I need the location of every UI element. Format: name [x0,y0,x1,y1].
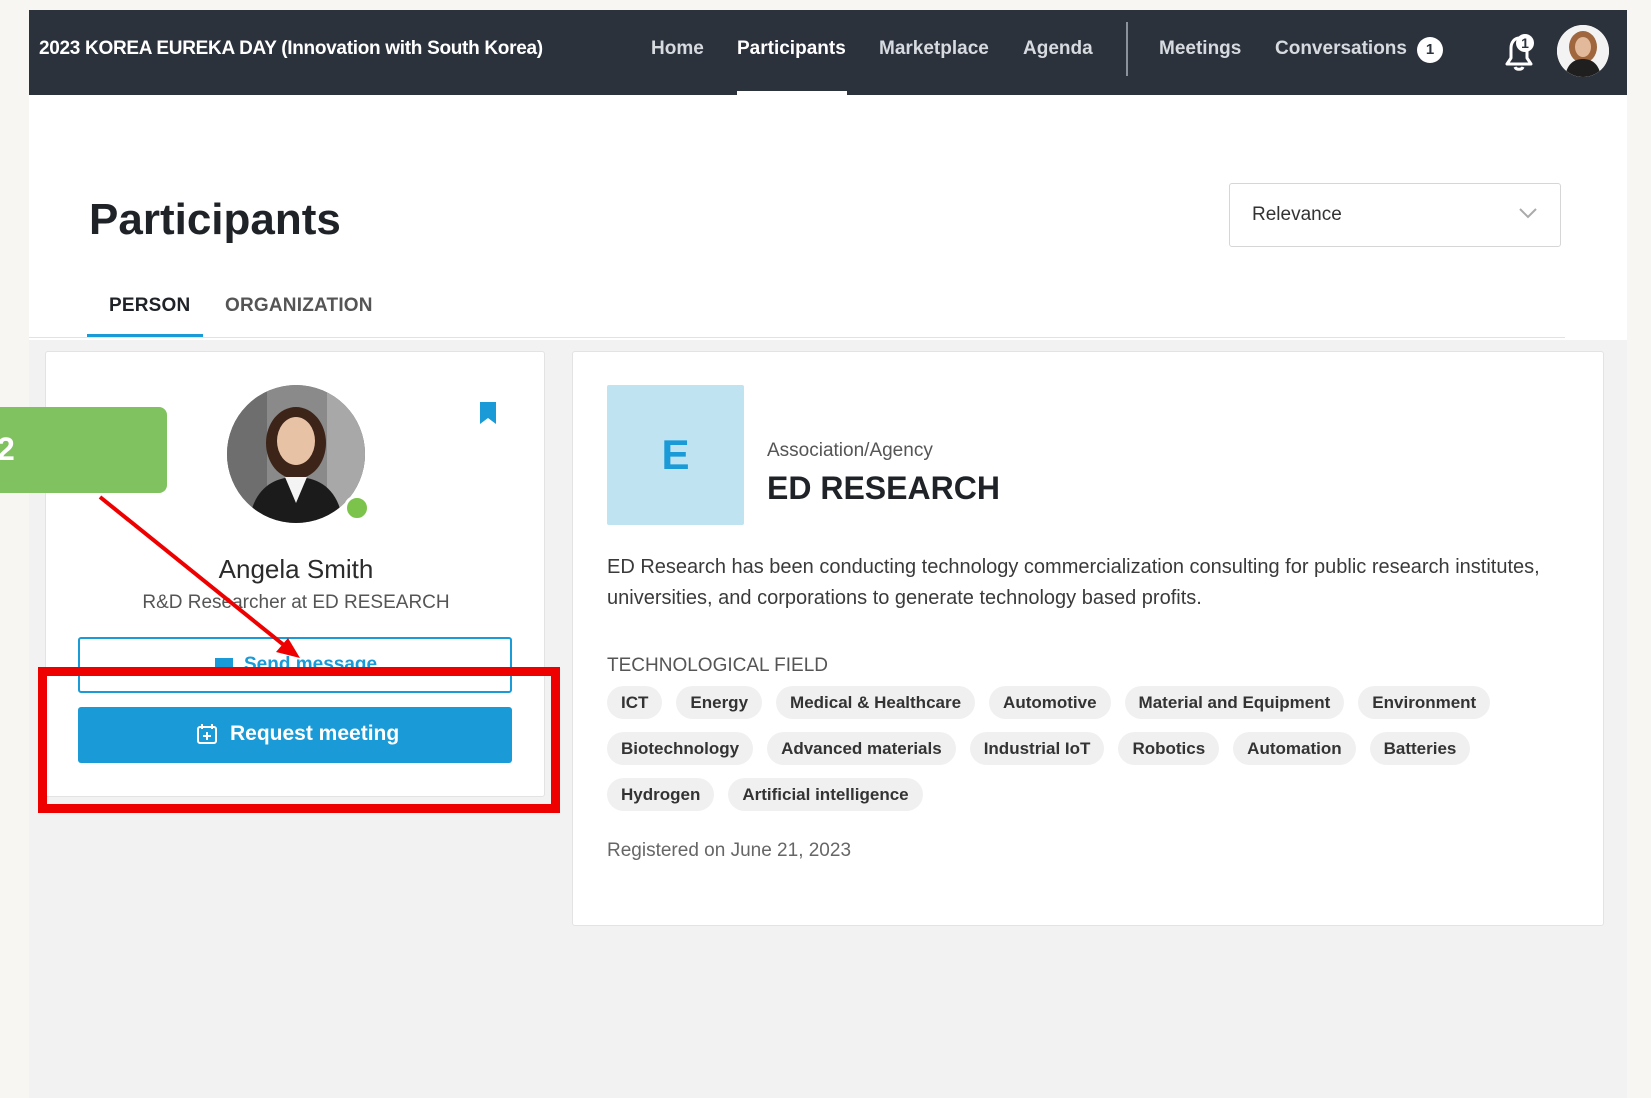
nav-divider [1126,22,1128,76]
tech-tag: Energy [676,686,763,719]
page-header: Participants Relevance PERSON ORGANIZATI… [29,95,1627,340]
notifications-bell-icon[interactable]: 1 [1499,30,1539,74]
tech-tag: Automotive [989,686,1111,719]
tech-tag: Advanced materials [767,732,956,765]
bookmark-icon[interactable] [479,401,497,425]
send-message-label: Send message [244,654,378,675]
notifications-count-badge: 1 [1521,35,1529,51]
tech-tag: Automation [1233,732,1356,765]
user-avatar[interactable] [1557,25,1609,77]
sort-dropdown[interactable]: Relevance [1229,183,1561,247]
organization-type: Association/Agency [767,440,933,461]
sort-selected-value: Relevance [1252,204,1342,225]
person-role: R&D Researcher at ED RESEARCH [142,592,450,613]
nav-participants[interactable]: Participants [737,38,846,60]
organization-description: ED Research has been conducting technolo… [607,556,1540,609]
organization-card: E Association/Agency ED RESEARCH ED Rese… [572,351,1604,926]
tech-tag: Batteries [1369,732,1471,765]
tech-tag: Environment [1358,686,1491,719]
nav-meetings[interactable]: Meetings [1159,38,1241,60]
chevron-down-icon [1518,206,1538,220]
tab-person[interactable]: PERSON [109,295,190,317]
request-meeting-button[interactable]: Request meeting [78,707,512,763]
tech-tag: Material and Equipment [1124,686,1345,719]
nav-agenda[interactable]: Agenda [1023,38,1093,60]
tech-tag: Robotics [1118,732,1220,765]
request-meeting-label: Request meeting [230,722,400,745]
technology-tags: ICT Energy Medical & Healthcare Automoti… [607,686,1567,811]
message-icon [214,657,234,675]
online-status-dot [344,495,370,521]
conversations-count-badge: 1 [1417,37,1443,63]
tech-tag: ICT [607,686,663,719]
person-name: Angela Smith [218,554,374,584]
tech-tag: Medical & Healthcare [776,686,976,719]
registration-date: Registered on June 21, 2023 [607,840,852,861]
step-number-badge: 2 [0,407,167,493]
event-title: 2023 KOREA EUREKA DAY (Innovation with S… [39,38,543,59]
send-message-button[interactable]: Send message [78,637,512,693]
tech-tag: Industrial IoT [969,732,1105,765]
page-title: Participants [89,195,341,244]
technological-field-label: TECHNOLOGICAL FIELD [607,655,829,676]
tech-tag: Biotechnology [607,732,754,765]
nav-home[interactable]: Home [651,38,704,60]
calendar-plus-icon [196,723,218,745]
app-window: 2023 KOREA EUREKA DAY (Innovation with S… [29,10,1627,1098]
tech-tag: Artificial intelligence [728,778,923,811]
nav-marketplace[interactable]: Marketplace [879,38,989,60]
organization-logo[interactable]: E [607,385,744,525]
top-navbar: 2023 KOREA EUREKA DAY (Innovation with S… [29,10,1627,95]
tabs-divider [29,337,1565,338]
tech-tag: Hydrogen [607,778,715,811]
tab-organization[interactable]: ORGANIZATION [225,295,373,317]
organization-name[interactable]: ED RESEARCH [767,470,1000,507]
step-number: 2 [0,431,15,467]
nav-conversations[interactable]: Conversations [1275,38,1407,60]
